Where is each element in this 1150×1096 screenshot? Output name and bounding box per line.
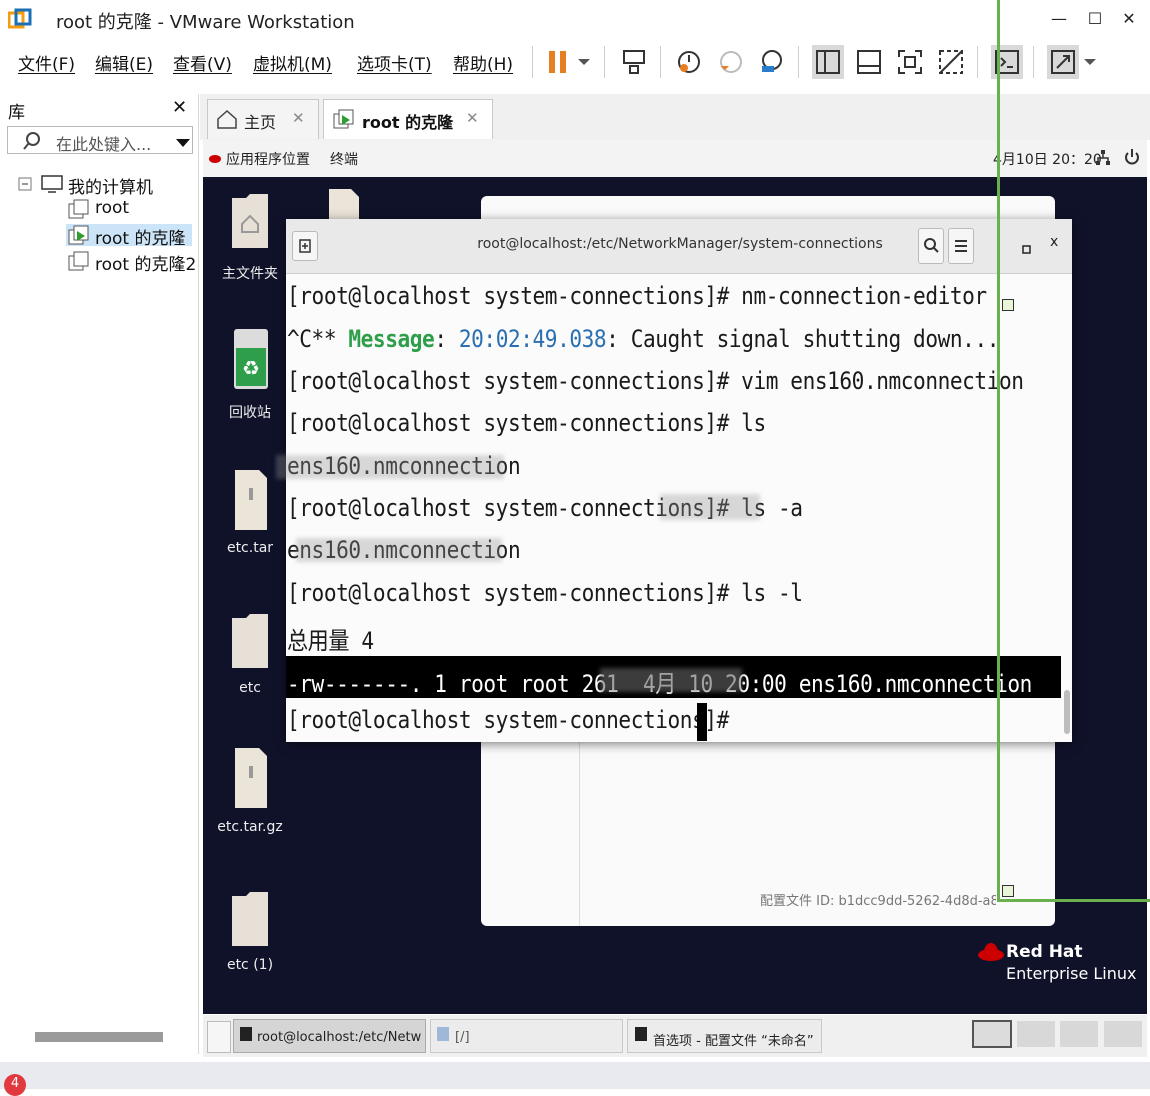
revert-snapshot-icon[interactable] [715, 45, 747, 79]
toolbar-separator [977, 46, 978, 78]
home-folder-icon[interactable] [230, 190, 270, 254]
library-close-button[interactable]: ✕ [172, 97, 187, 118]
library-search-placeholder: 在此处键入... [56, 135, 152, 154]
desktop-icon-label: etc [239, 680, 261, 696]
dialog-divider [579, 742, 580, 926]
window-title: root 的克隆 - VMware Workstation [56, 12, 355, 33]
desktop-icon-label: etc.tar [226, 540, 274, 556]
dropdown-icon[interactable] [572, 45, 596, 79]
redaction-mask [296, 538, 502, 562]
desktop-icon-label: etc.tar.gz [217, 819, 283, 835]
terminal-search-button[interactable] [918, 228, 944, 264]
workspace-2[interactable] [1017, 1021, 1055, 1047]
menu-vm[interactable]: 虚拟机(M) [253, 50, 332, 75]
menu-view[interactable]: 查看(V) [173, 50, 232, 75]
host-taskbar [0, 1062, 1150, 1089]
redaction-mask [276, 455, 504, 479]
guest-apps-menu[interactable]: 应用程序 [226, 149, 282, 169]
redhat-brand: Red Hat [1006, 942, 1083, 962]
workspace-1[interactable] [972, 1020, 1012, 1048]
trash-icon[interactable]: ♻ [233, 328, 269, 394]
desktop-icon-label: 主文件夹 [222, 266, 278, 282]
selection-frame [997, 0, 1150, 902]
terminal-line: ^C** Message: 20:02:49.038: Caught signa… [287, 325, 999, 353]
notification-badge: 4 [4, 1074, 26, 1096]
taskbar-item-label: root@localhost:/etc/NetworkMan… [257, 1030, 422, 1045]
fullscreen-icon[interactable] [894, 45, 926, 79]
vm-running-icon [333, 109, 355, 133]
terminal-icon [239, 1026, 253, 1046]
new-tab-button[interactable] [292, 231, 318, 261]
terminal-line: [root@localhost system-connections]# ls [287, 409, 766, 437]
file-manager-icon [436, 1026, 450, 1046]
svg-text:♻: ♻ [242, 356, 260, 380]
terminal-cursor [697, 703, 707, 741]
redhat-logo-icon [977, 937, 1005, 971]
library-title: 库 [8, 103, 25, 123]
chevron-down-icon[interactable] [175, 134, 191, 153]
tree-item-vm[interactable]: root 的克隆2 [95, 250, 197, 275]
desktop-icon-label: 回收站 [229, 405, 271, 421]
redhat-product: Enterprise Linux [1006, 964, 1137, 983]
taskbar-item-label: [/] [455, 1030, 470, 1045]
toolbar-separator [604, 46, 605, 78]
tab-close-button[interactable]: ✕ [466, 109, 479, 127]
library-scrollbar[interactable] [35, 1032, 163, 1042]
folder-icon[interactable] [230, 888, 270, 952]
snapshot-icon[interactable] [673, 45, 705, 79]
redaction-mask [660, 494, 760, 520]
tree-my-computer[interactable]: 我的计算机 [68, 173, 153, 198]
desktop-icon-label: etc (1) [226, 957, 274, 973]
menu-tabs[interactable]: 选项卡(T) [357, 50, 432, 75]
snapshot-manager-icon[interactable] [756, 45, 788, 79]
home-icon [216, 109, 238, 133]
unity-icon[interactable] [935, 45, 967, 79]
show-desktop-button[interactable] [207, 1021, 231, 1053]
menu-file[interactable]: 文件(F) [18, 50, 75, 75]
terminal-line: [root@localhost system-connections]# ls … [287, 579, 803, 607]
toolbar-separator [798, 46, 799, 78]
tab-label: root 的克隆 [362, 113, 454, 132]
toolbar-separator [660, 46, 661, 78]
folder-icon[interactable] [230, 610, 270, 674]
computer-icon [40, 174, 64, 198]
vm-icon [68, 251, 90, 275]
terminal-title: root@localhost:/etc/NetworkManager/syste… [477, 236, 883, 252]
tree-collapse-icon[interactable] [18, 176, 32, 195]
terminal-line: [root@localhost system-connections]# nm-… [287, 282, 987, 310]
guest-places-menu[interactable]: 位置 [282, 149, 310, 169]
workspace-4[interactable] [1104, 1021, 1142, 1047]
redhat-menu-icon [208, 150, 222, 169]
tree-item-vm[interactable]: root [95, 198, 129, 218]
terminal-icon [634, 1026, 648, 1046]
console-view-icon[interactable] [853, 45, 885, 79]
archive-file-icon[interactable] [233, 746, 269, 814]
guest-terminal-menu[interactable]: 终端 [330, 149, 358, 169]
workspace-3[interactable] [1060, 1021, 1098, 1047]
toolbar-separator [532, 46, 533, 78]
terminal-line: [root@localhost system-connections]# vim… [287, 367, 1024, 395]
tab-close-button[interactable]: ✕ [292, 109, 305, 127]
pause-icon[interactable] [542, 45, 574, 79]
library-view-icon[interactable] [812, 45, 844, 79]
redaction-mask [600, 668, 742, 692]
selection-handle[interactable] [1002, 299, 1014, 311]
menu-edit[interactable]: 编辑(E) [95, 50, 153, 75]
menu-help[interactable]: 帮助(H) [453, 50, 513, 75]
terminal-line: [root@localhost system-connections]# [287, 706, 742, 734]
profile-id-text: 配置文件 ID: b1dcc9dd-5262-4d8d-a863-c8978e5… [760, 894, 996, 909]
taskbar-item-label: 首选项 - 配置文件 “未命名” [653, 1034, 814, 1049]
archive-file-icon[interactable] [233, 468, 269, 536]
vmware-logo-icon [7, 8, 32, 32]
vm-running-icon [68, 225, 90, 249]
terminal-line: 总用量 4 [287, 627, 374, 655]
hamburger-menu-icon[interactable] [948, 228, 974, 264]
tab-label: 主页 [244, 113, 277, 132]
selection-handle[interactable] [1002, 885, 1014, 897]
tree-item-vm[interactable]: root 的克隆 [95, 224, 186, 249]
send-ctrl-alt-del-icon[interactable] [618, 45, 650, 79]
search-icon [22, 131, 42, 155]
vm-icon [68, 199, 90, 223]
